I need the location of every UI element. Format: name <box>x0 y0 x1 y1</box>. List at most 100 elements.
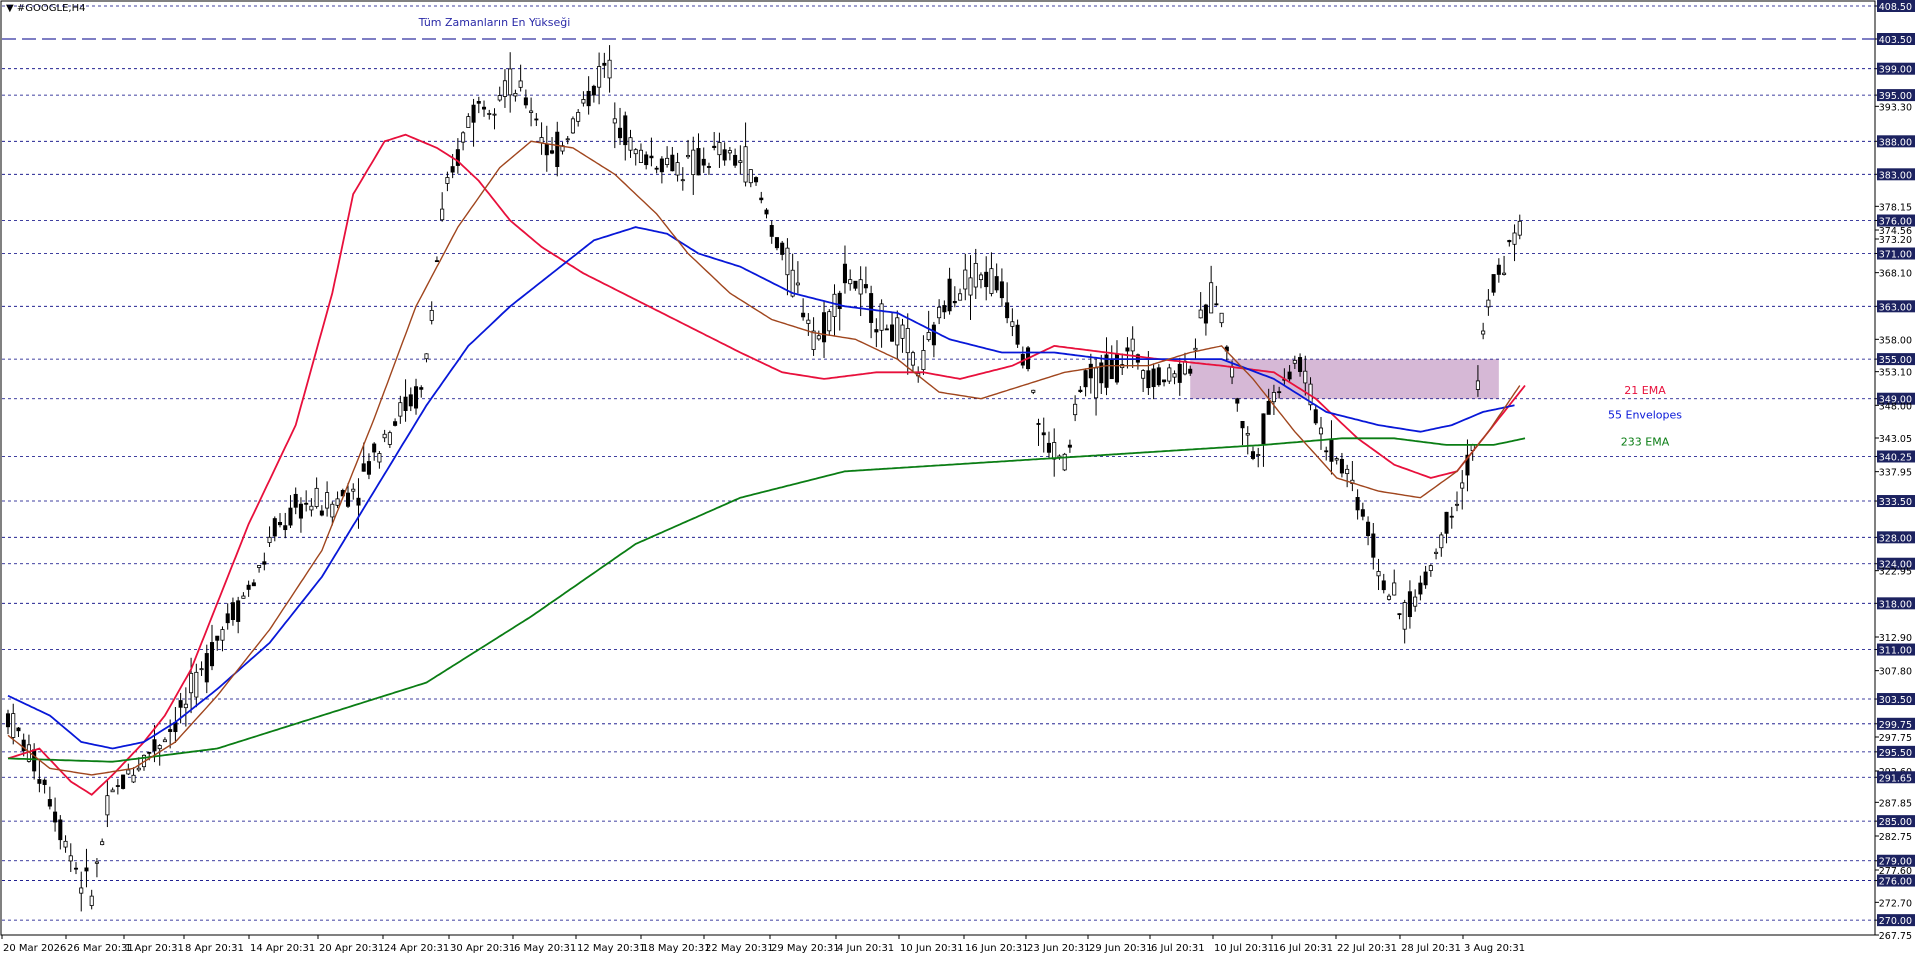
y-tick-label: 368.10 <box>1879 269 1912 280</box>
candle-body <box>795 282 800 286</box>
candle-body <box>1434 551 1439 554</box>
legend-label: 55 Envelopes <box>1608 409 1682 422</box>
candle-body <box>1329 439 1334 462</box>
candle-body <box>1402 602 1407 630</box>
candle-body <box>1188 368 1193 374</box>
candle-body <box>1067 444 1072 448</box>
candle-body <box>633 149 638 155</box>
candle-body <box>748 169 753 184</box>
y-tick-label: 340.25 <box>1879 452 1912 463</box>
candle-body <box>1052 442 1057 460</box>
y-tick-label: 378.15 <box>1879 202 1912 213</box>
candle-body <box>230 602 235 621</box>
candle-body <box>16 727 21 732</box>
candle-body <box>508 68 513 96</box>
y-tick-label: 358.00 <box>1879 335 1912 346</box>
candle-body <box>283 525 288 531</box>
x-tick-label: 29 May 20:31 <box>771 943 840 954</box>
candle-body <box>1376 571 1381 577</box>
x-tick-label: 20 Mar 2026 <box>3 943 66 954</box>
candle-body <box>910 352 915 366</box>
candle-body <box>241 595 246 599</box>
candle-body <box>754 177 759 183</box>
candle-body <box>523 97 528 106</box>
x-tick-label: 28 Jul 20:31 <box>1401 943 1461 954</box>
candle-body <box>497 95 502 101</box>
candle-body <box>1460 482 1465 489</box>
candle-body <box>952 300 957 304</box>
candle-body <box>968 277 973 296</box>
candle-body <box>461 132 466 143</box>
candle-body <box>1094 367 1099 399</box>
candle-body <box>659 158 664 173</box>
candle-body <box>727 150 732 154</box>
candle-body <box>733 154 738 166</box>
y-tick-label: 363.00 <box>1879 302 1912 313</box>
y-tick-label: 312.90 <box>1879 633 1912 644</box>
candle-body <box>963 269 968 290</box>
y-tick-label: 299.75 <box>1879 720 1912 731</box>
y-tick-label: 348.00 <box>1879 401 1912 412</box>
candle-body <box>1146 370 1151 389</box>
candle-body <box>220 629 225 641</box>
candle-body <box>1162 379 1167 383</box>
candle-body <box>581 99 586 104</box>
candle-body <box>1261 413 1266 445</box>
candle-body <box>1109 358 1114 380</box>
candle-body <box>837 292 842 310</box>
candle-body <box>351 488 356 492</box>
candle-body <box>204 653 209 683</box>
candle-body <box>1444 511 1449 534</box>
candle-body <box>110 789 115 793</box>
x-tick-label: 22 May 20:31 <box>705 943 774 954</box>
candle-body <box>1507 240 1512 243</box>
price-chart[interactable]: Tüm Zamanların En Yükseği 21 EMA 55 Envelo… <box>0 0 1916 963</box>
candle-body <box>665 157 670 165</box>
candle-body <box>989 268 994 294</box>
candle-body <box>257 565 262 568</box>
candle-body <box>999 281 1004 299</box>
candle-body <box>544 143 549 156</box>
candle-body <box>576 111 581 122</box>
candle-body <box>115 785 120 787</box>
candle-body <box>884 328 889 331</box>
candle-body <box>199 668 204 671</box>
candle-body <box>712 145 717 148</box>
candle-body <box>225 613 230 624</box>
candle-body <box>1235 398 1240 404</box>
candle-body <box>1250 451 1256 459</box>
candle-body <box>822 312 827 343</box>
candle-body <box>157 745 162 750</box>
x-tick-label: 10 Jun 20:31 <box>900 943 964 954</box>
candle-body <box>73 867 79 870</box>
candle-body <box>377 453 382 463</box>
candle-body <box>1078 389 1083 392</box>
candle-body <box>487 113 492 115</box>
candle-body <box>1517 220 1522 236</box>
candle-body <box>304 502 309 505</box>
series-line-233-ema <box>7 437 1526 763</box>
candle-body <box>1423 571 1428 586</box>
candle-body <box>1256 454 1261 456</box>
candle-body <box>926 332 931 341</box>
candle-body <box>366 461 371 475</box>
x-tick-label: 18 May 20:31 <box>642 943 711 954</box>
y-tick-label: 373.20 <box>1879 235 1912 246</box>
candle-body <box>1475 380 1480 390</box>
candle-body <box>1005 302 1010 319</box>
candle-body <box>398 402 403 417</box>
candle-body <box>895 317 900 346</box>
candle-body <box>1502 272 1507 275</box>
candle-body <box>1345 468 1350 475</box>
candle-body <box>277 521 283 526</box>
candle-body <box>879 303 884 331</box>
candle-body <box>785 247 790 276</box>
candle-body <box>1397 613 1402 616</box>
candle-body <box>900 324 905 339</box>
candle-body <box>602 62 607 66</box>
x-tick-label: 23 Jun 20:31 <box>1027 943 1091 954</box>
candle-body <box>1271 392 1276 403</box>
candle-body <box>1418 582 1423 595</box>
candle-body <box>382 433 387 439</box>
ath-label: Tüm Zamanların En Yükseği <box>418 16 571 29</box>
